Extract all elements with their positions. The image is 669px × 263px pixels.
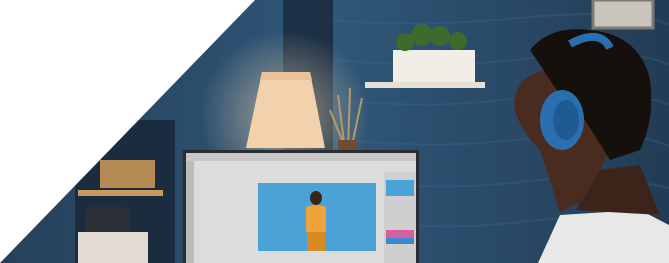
editor-swatches xyxy=(386,230,414,238)
editor-toolbar xyxy=(186,153,416,161)
editor-thumbnail xyxy=(386,180,414,196)
photo-scene xyxy=(0,0,669,263)
editor-toolpanel xyxy=(186,161,194,263)
shelf-pot xyxy=(393,50,475,82)
monitor-icon xyxy=(183,150,419,263)
wall-frame xyxy=(591,0,655,30)
wall-shelf xyxy=(365,82,485,88)
